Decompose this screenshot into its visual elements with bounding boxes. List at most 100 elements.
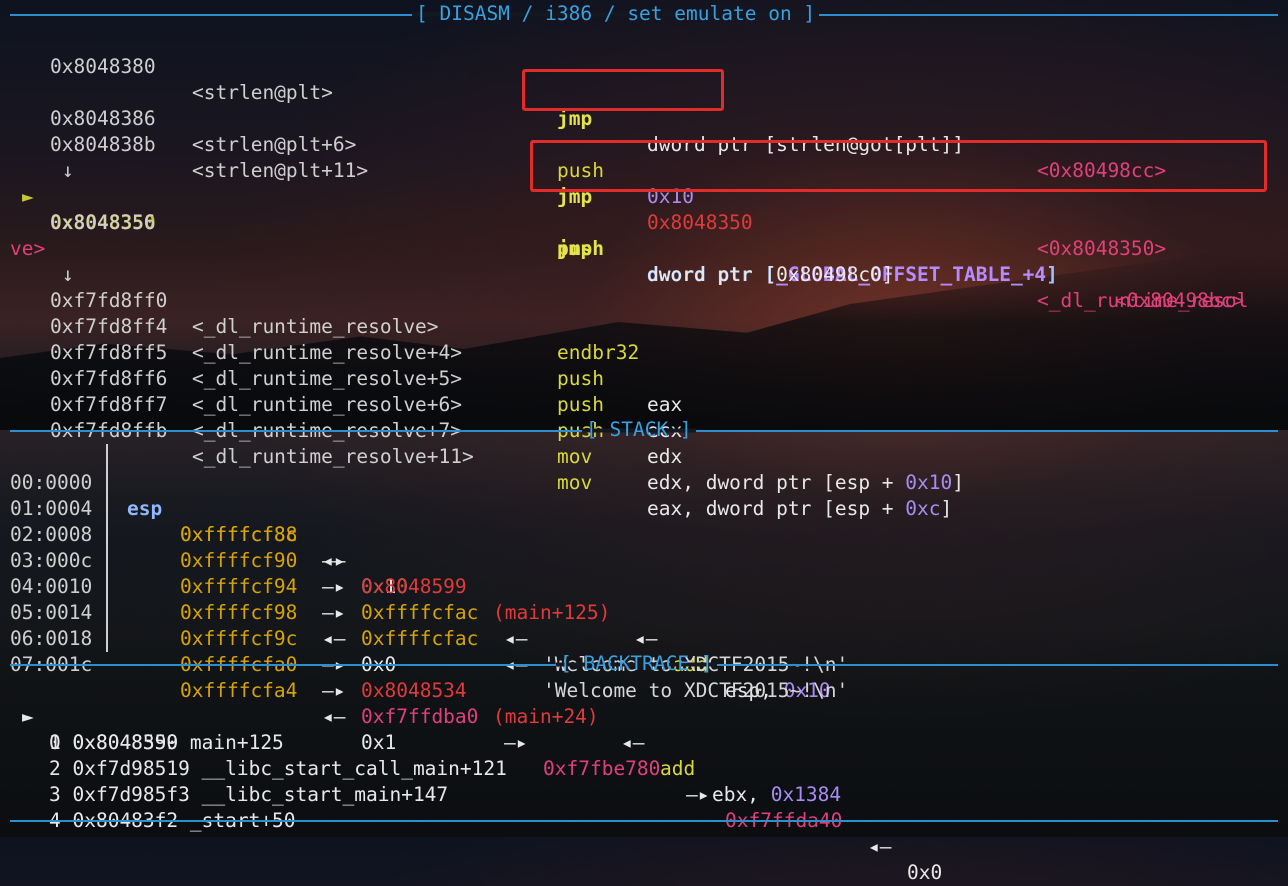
disasm-address: 0xf7fd8ff5 [50, 341, 168, 364]
disasm-row[interactable]: 0xf7fd8ff0 <_dl_runtime_resolve> endbr32 [0, 262, 639, 364]
disasm-address: 0xf7fd8ff6 [50, 367, 168, 390]
stack-value: 0x1 [361, 731, 397, 754]
disasm-address: 0xf7fd8ff4 [50, 315, 168, 338]
disasm-symbol: <_dl_runtime_resolve+4> [192, 341, 463, 364]
disasm-operand: dword ptr [0x80498c0] [647, 263, 894, 286]
stack-pointer: 0xf7fbe780 [543, 757, 661, 780]
disasm-operand: eax [647, 393, 683, 416]
stack-address: 0xffffcf9c [180, 627, 298, 650]
disasm-row[interactable]: 0xf7fd8ff4 <_dl_runtime_resolve+4> push … [0, 288, 682, 416]
disasm-address: 0xf7fd8ff7 [50, 393, 168, 416]
disasm-row[interactable]: 0x8048356 jmp dword ptr [0x80498c0] <_dl… [0, 184, 1248, 312]
disasm-symbol: <strlen@plt> [192, 81, 333, 104]
backtrace-frame[interactable]: 4 0x80483f2 _start+50 [0, 782, 296, 832]
right-arrow-icon: —▸ [322, 575, 346, 598]
left-arrow-icon: ◂— [634, 627, 658, 650]
disasm-symbol: <_dl_runtime_resolve> [192, 315, 439, 338]
disasm-ref: <_dl_runtime_resol [1037, 289, 1249, 312]
down-arrow-icon: ↓ [62, 159, 74, 182]
stack-row[interactable]: 04:0010 0xffffcf98 ◂— 0x0 [0, 548, 396, 676]
stack-header: [ STACK ] [582, 417, 696, 443]
disasm-row[interactable]: 0xf7fd8ff5 <_dl_runtime_resolve+5> push … [0, 314, 682, 442]
disasm-row[interactable]: 0x8048380 <strlen@plt> jmp dword ptr [st… [0, 28, 1166, 182]
current-frame-marker-icon: ► [22, 705, 34, 728]
stack-address: 0xffffcf8c [180, 523, 298, 546]
backtrace-header: [ BACKTRACE ] [556, 651, 717, 677]
stack-row[interactable]: 02:0008 0xffffcf90 —▸ 0xffffcfac ◂— 'Wel… [0, 496, 848, 676]
disasm-row[interactable]: 0xf7fd8ff7 <_dl_runtime_resolve+7> mov e… [0, 366, 964, 494]
stack-divider [106, 444, 108, 652]
disasm-instruction: mov [557, 471, 593, 494]
left-arrow-icon: ◂— [322, 627, 346, 650]
disasm-operand: edx, dword ptr [esp + 0x10] [647, 471, 964, 494]
stack-address: 0xffffcf90 [180, 549, 298, 572]
left-arrow-icon: ◂— [322, 705, 346, 728]
backtrace-frame-text: 1 0x8048599 main+125 [49, 731, 284, 754]
backtrace-separator: [ BACKTRACE ] [10, 651, 1278, 677]
stack-row[interactable]: 03:000c 0xffffcf94 —▸ 0xffffcfac ◂— 'Wel… [0, 522, 848, 702]
stack-row[interactable]: 07:001c 0xffffcfa4 ◂— 0x1 [0, 626, 396, 754]
disasm-operand: 0x8048350 [647, 211, 753, 234]
disasm-instruction: mov [557, 445, 593, 468]
disasm-instruction: push [557, 393, 604, 416]
stack-pointer: 0x8048534 [361, 679, 467, 702]
disasm-instruction: push [557, 367, 604, 390]
right-arrow-icon: —▸ [322, 601, 346, 624]
disasm-symbol: <_dl_runtime_resolve+6> [192, 393, 463, 416]
left-arrow-icon: ◂— [504, 627, 528, 650]
stack-pointer: 0xf7ffdba0 [361, 705, 479, 728]
stack-instruction: add [660, 757, 696, 780]
disasm-symbol: <strlen@plt+6> [192, 133, 357, 156]
disasm-header: [ DISASM / i386 / set emulate on ] [412, 1, 820, 27]
disasm-row[interactable]: 0xf7fd8ff6 <_dl_runtime_resolve+6> push … [0, 340, 682, 468]
disasm-instruction: endbr32 [557, 341, 640, 364]
disasm-address: 0xf7fd8ff0 [50, 289, 168, 312]
stack-address: 0xffffcfa4 [180, 679, 298, 702]
disasm-address: 0x8048380 [50, 55, 156, 78]
stack-pointer: 0xffffcfac [361, 627, 479, 650]
right-arrow-icon: —▸ [322, 679, 346, 702]
disasm-row[interactable]: 0x8048386 <strlen@plt+6> push 0x10 [0, 80, 694, 208]
left-arrow-icon: ◂— [868, 835, 892, 858]
stack-row[interactable]: 06:0018 0xffffcfa0 —▸ 0xf7ffdba0 —▸ 0xf7… [0, 600, 942, 884]
disasm-row[interactable]: 0xf7fd8ffb <_dl_runtime_resolve+11> mov … [0, 392, 952, 520]
stack-separator: [ STACK ] [10, 417, 1278, 443]
right-arrow-icon: —▸ [504, 731, 528, 754]
stack-register: esp [127, 497, 163, 520]
stack-row[interactable]: 05:0014 0xffffcf9c —▸ 0x8048534 (main+24… [0, 574, 841, 806]
stack-address: 0xffffcf98 [180, 601, 298, 624]
stack-address: 0xffffcf94 [180, 575, 298, 598]
disasm-address: 0x8048356 [50, 211, 156, 234]
stack-value: 0x0 [907, 861, 943, 884]
disasm-ref: <0x8048350> [1037, 237, 1167, 260]
stack-row[interactable]: 00:0000 esp 0xffffcf88 ◂— 0x10 [0, 444, 408, 598]
down-arrow-icon: ↓ [62, 263, 74, 286]
backtrace-frame[interactable]: 3 0xf7d985f3 __libc_start_main+147 [0, 756, 448, 806]
disasm-address: 0x804838b [50, 133, 156, 156]
right-arrow-icon: —▸ [686, 783, 710, 806]
backtrace-frame[interactable]: ► 0 0x8048350 [0, 678, 178, 754]
backtrace-frame[interactable]: 2 0xf7d98519 __libc_start_call_main+121 [0, 730, 507, 780]
disasm-instruction: jmp [557, 237, 593, 260]
stack-row[interactable]: 01:0004 0xffffcf8c —▸ 0x8048599 (main+12… [0, 470, 831, 702]
stack-pointer-symbol: (main+125) [493, 601, 611, 624]
highlight-box-push-0x10 [522, 69, 724, 111]
disasm-symbol: <_dl_runtime_resolve+5> [192, 367, 463, 390]
disasm-symbol: <strlen@plt+11> [192, 159, 369, 182]
disasm-symbol: <_dl_runtime_resolve+11> [192, 445, 474, 468]
disasm-wrap-line: ve> [0, 210, 45, 260]
bottom-separator [10, 820, 1278, 822]
left-arrow-icon: ◂— [621, 731, 645, 754]
disasm-separator: [ DISASM / i386 / set emulate on ] [10, 1, 1278, 27]
stack-pointer-symbol: (main+24) [493, 705, 599, 728]
right-arrow-icon: —▸ [322, 549, 346, 572]
disasm-row-current[interactable]: ► 0x8048350 push dword ptr [_GLOBAL_OFFS… [0, 158, 1244, 312]
stack-operand: ebx, 0x1384 [712, 783, 842, 806]
stack-string: 'Welcome to XDCTF2015~!\n' [543, 679, 849, 702]
disasm-row[interactable]: 0x804838b <strlen@plt+11> jmp 0x8048350 … [0, 106, 1166, 260]
backtrace-frame-text: 2 0xf7d98519 __libc_start_call_main+121 [49, 757, 507, 780]
disasm-branch-arrow: ↓ [0, 132, 74, 182]
current-instruction-marker-icon: ► [22, 185, 34, 208]
backtrace-frame[interactable]: 1 0x8048599 main+125 [0, 704, 284, 754]
backtrace-frame-text: 3 0xf7d985f3 __libc_start_main+147 [49, 783, 449, 806]
